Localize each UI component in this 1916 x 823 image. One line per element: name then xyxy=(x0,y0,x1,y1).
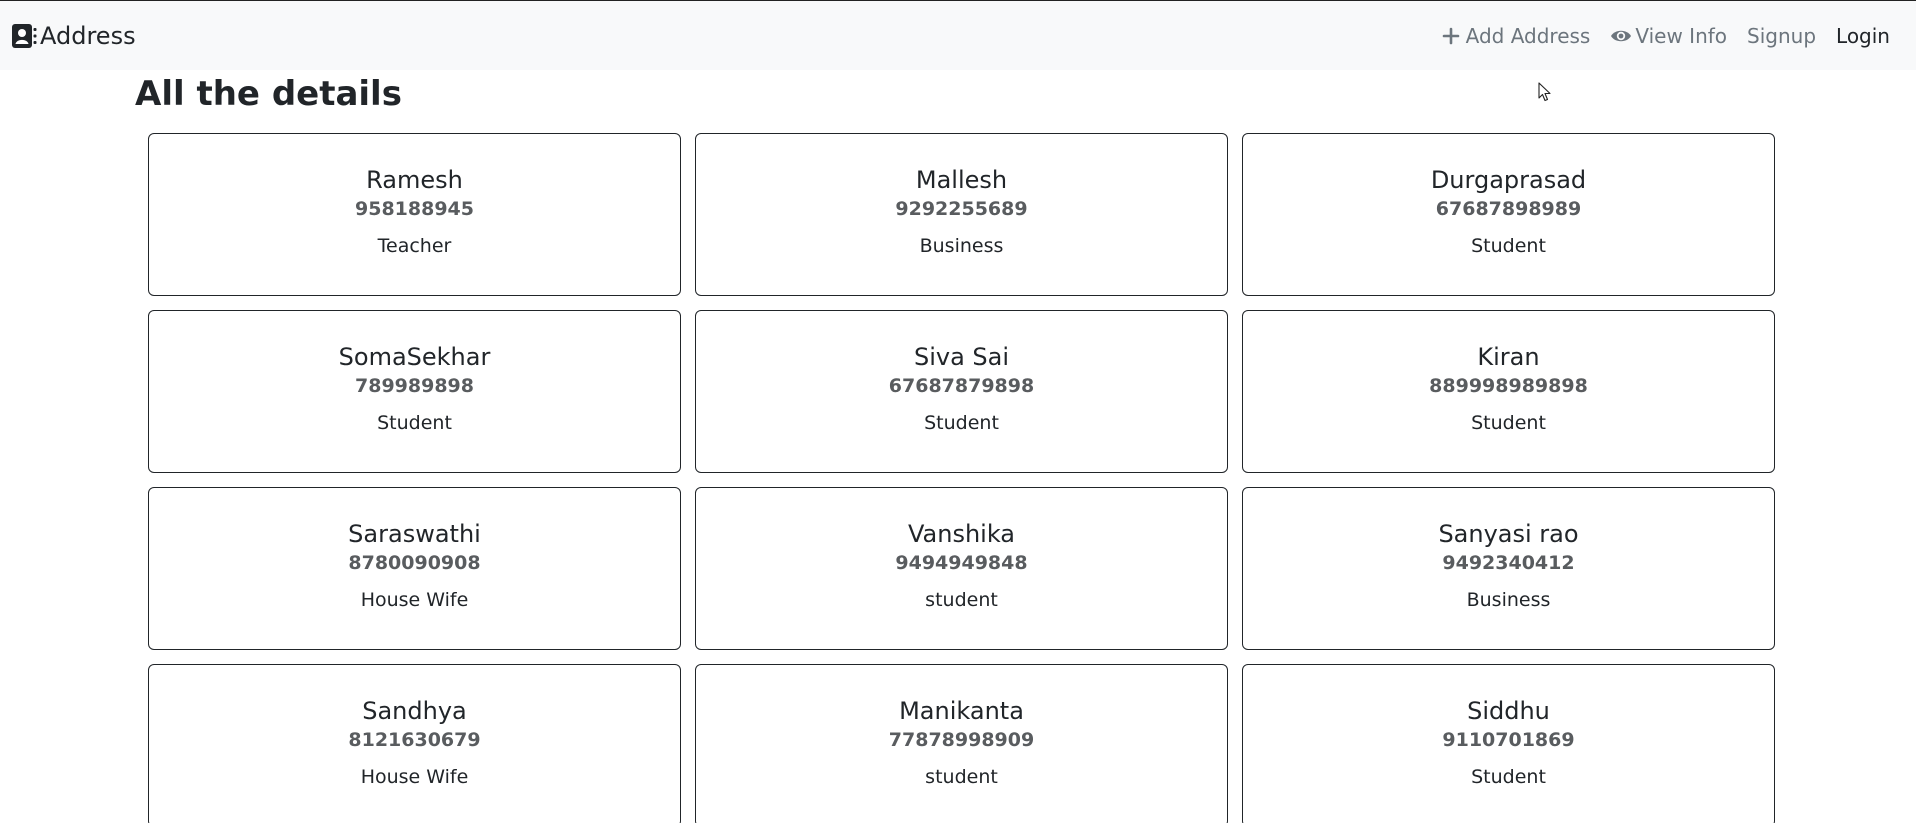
card-occupation: Business xyxy=(1466,589,1551,611)
card-name: Manikanta xyxy=(899,697,1024,725)
card-occupation: Business xyxy=(919,235,1004,257)
card-name: Ramesh xyxy=(366,166,463,194)
card-name: Durgaprasad xyxy=(1430,166,1587,194)
address-card[interactable]: Vanshika 9494949848 student xyxy=(695,487,1228,650)
card-phone: 958188945 xyxy=(355,198,474,220)
card-phone: 9292255689 xyxy=(895,198,1028,220)
card-occupation: Student xyxy=(1471,235,1546,257)
card-phone: 9494949848 xyxy=(895,552,1028,574)
navbar: Address Add Address View Info Signup Log… xyxy=(0,0,1916,70)
nav-add-address[interactable]: Add Address xyxy=(1441,24,1591,48)
address-card[interactable]: Ramesh 958188945 Teacher xyxy=(148,133,681,296)
address-card[interactable]: Siva Sai 67687879898 Student xyxy=(695,310,1228,473)
card-phone: 889998989898 xyxy=(1429,375,1588,397)
address-book-icon xyxy=(10,22,38,50)
nav-add-address-label: Add Address xyxy=(1465,24,1591,48)
address-card[interactable]: Kiran 889998989898 Student xyxy=(1242,310,1775,473)
nav-view-info[interactable]: View Info xyxy=(1610,24,1727,48)
address-card[interactable]: Saraswathi 8780090908 House Wife xyxy=(148,487,681,650)
address-card[interactable]: Sanyasi rao 9492340412 Business xyxy=(1242,487,1775,650)
card-phone: 8121630679 xyxy=(348,729,481,751)
nav-links: Add Address View Info Signup Login xyxy=(1421,20,1890,52)
page: Address Add Address View Info Signup Log… xyxy=(0,0,1916,823)
mouse-pointer-icon xyxy=(1538,82,1552,102)
nav-view-info-label: View Info xyxy=(1635,24,1728,48)
card-occupation: Student xyxy=(924,412,999,434)
card-name: SomaSekhar xyxy=(338,343,491,371)
address-card[interactable]: Sandhya 8121630679 House Wife xyxy=(148,664,681,823)
nav-login[interactable]: Login xyxy=(1836,24,1890,48)
card-occupation: House Wife xyxy=(360,766,469,788)
plus-icon xyxy=(1441,26,1461,46)
address-card[interactable]: Siddhu 9110701869 Student xyxy=(1242,664,1775,823)
card-occupation: Student xyxy=(1471,766,1546,788)
nav-signup-label: Signup xyxy=(1747,24,1817,48)
card-name: Sanyasi rao xyxy=(1438,520,1579,548)
nav-login-label: Login xyxy=(1836,24,1890,48)
card-name: Sandhya xyxy=(362,697,467,725)
address-card[interactable]: Manikanta 77878998909 student xyxy=(695,664,1228,823)
card-name: Kiran xyxy=(1477,343,1540,371)
page-title: All the details xyxy=(135,74,402,114)
card-phone: 789989898 xyxy=(355,375,474,397)
address-card[interactable]: Mallesh 9292255689 Business xyxy=(695,133,1228,296)
card-occupation: Student xyxy=(377,412,452,434)
eye-icon xyxy=(1610,26,1632,46)
nav-signup[interactable]: Signup xyxy=(1747,24,1816,48)
card-phone: 9492340412 xyxy=(1442,552,1575,574)
address-card[interactable]: Durgaprasad 67687898989 Student xyxy=(1242,133,1775,296)
card-occupation: Student xyxy=(1471,412,1546,434)
card-phone: 9110701869 xyxy=(1442,729,1575,751)
card-name: Saraswathi xyxy=(348,520,481,548)
card-occupation: Teacher xyxy=(377,235,452,257)
card-occupation: student xyxy=(925,766,998,788)
card-occupation: House Wife xyxy=(360,589,469,611)
card-phone: 8780090908 xyxy=(348,552,481,574)
address-card-grid: Ramesh 958188945 Teacher Mallesh 9292255… xyxy=(148,133,1776,823)
address-card[interactable]: SomaSekhar 789989898 Student xyxy=(148,310,681,473)
card-name: Mallesh xyxy=(915,166,1008,194)
brand-link[interactable]: Address xyxy=(10,20,136,52)
card-phone: 67687898989 xyxy=(1435,198,1582,220)
brand-label: Address xyxy=(40,22,136,50)
card-occupation: student xyxy=(925,589,998,611)
card-name: Siddhu xyxy=(1467,697,1550,725)
card-name: Siva Sai xyxy=(913,343,1010,371)
card-name: Vanshika xyxy=(907,520,1016,548)
card-phone: 67687879898 xyxy=(888,375,1035,397)
card-phone: 77878998909 xyxy=(888,729,1035,751)
